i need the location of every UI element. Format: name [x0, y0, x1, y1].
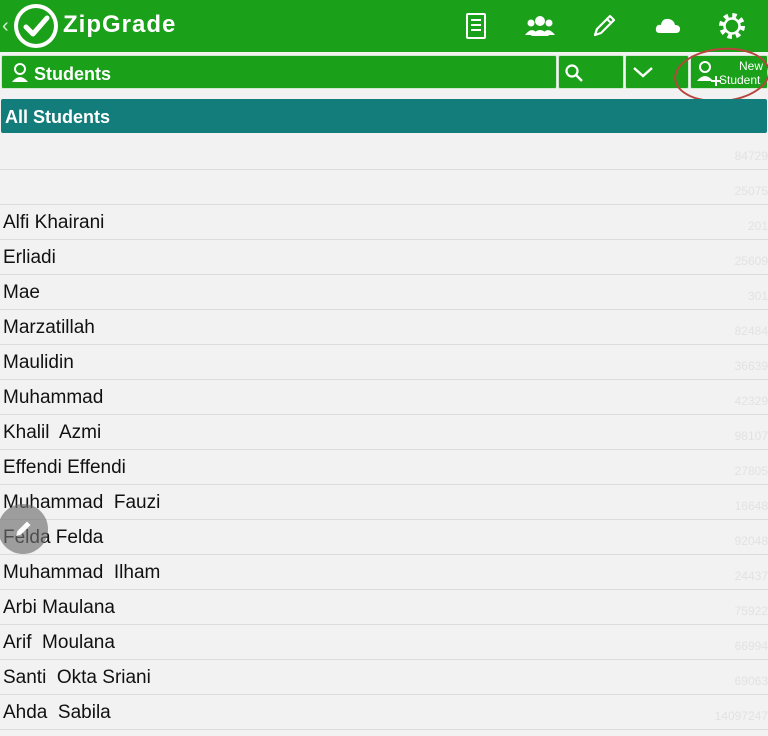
student-row[interactable]: Effendi Effendi 27805 [0, 450, 768, 485]
student-row[interactable]: Felda Felda 92048 [0, 520, 768, 555]
search-icon [565, 64, 583, 82]
student-name: Khalil Azmi [3, 422, 102, 443]
student-row[interactable]: Muhammad Fauzi 16648 [0, 485, 768, 520]
app-header: ‹ ZipGrade [0, 0, 768, 52]
students-toolbar: Students New Student [0, 54, 768, 92]
edit-fab-button[interactable] [0, 504, 48, 554]
student-id: 27805 [734, 464, 768, 478]
student-row[interactable]: Ahda Sabila 14097247 [0, 695, 768, 730]
student-name: Santi Okta Sriani [3, 667, 151, 688]
student-id: 75922 [734, 604, 768, 618]
cloud-icon[interactable] [652, 10, 684, 42]
student-row[interactable]: Marzatillah 82484 [0, 310, 768, 345]
student-row[interactable]: Arif Moulana 66994 [0, 625, 768, 660]
users-group-icon[interactable] [524, 10, 556, 42]
gear-icon[interactable] [716, 10, 748, 42]
student-id: 201 [747, 219, 768, 233]
student-row[interactable]: Muhammad 42329 [0, 380, 768, 415]
pencil-icon[interactable] [588, 10, 620, 42]
student-id: 301 [747, 289, 768, 303]
all-students-header: All Students [1, 99, 767, 133]
logo-inner [18, 8, 54, 44]
student-row[interactable]: Alfi Khairani 201 [0, 205, 768, 240]
student-name: Erliadi [3, 247, 56, 268]
checkmark-icon [23, 15, 50, 37]
student-id: 16648 [734, 499, 768, 513]
student-name: Alfi Khairani [3, 212, 105, 233]
student-row[interactable]: Arbi Maulana 75922 [0, 590, 768, 625]
app-title: ZipGrade [63, 11, 177, 38]
student-name: Ahda Sabila [3, 702, 111, 723]
student-id: 69063 [734, 674, 768, 688]
student-row[interactable]: Khalil Azmi 98107 [0, 415, 768, 450]
student-id: 66994 [734, 639, 768, 653]
student-id: 92048 [734, 534, 768, 548]
student-row[interactable]: 25075 [0, 170, 768, 205]
students-title-bar: Students [1, 55, 557, 89]
student-name: Arbi Maulana [3, 597, 115, 618]
student-row[interactable]: Santi Okta Sriani 69063 [0, 660, 768, 695]
student-name: Marzatillah [3, 317, 95, 338]
student-row[interactable]: 84729 [0, 135, 768, 170]
pencil-icon [16, 521, 31, 536]
student-id: 84729 [734, 149, 768, 163]
student-id: 36639 [734, 359, 768, 373]
student-id: 14097247 [714, 709, 768, 723]
student-id: 25075 [734, 184, 768, 198]
student-name: Mae [3, 282, 40, 303]
chevron-down-icon [633, 67, 653, 78]
student-row[interactable]: Maulidin 36639 [0, 345, 768, 380]
student-row[interactable]: Erliadi 25609 [0, 240, 768, 275]
student-row[interactable]: Mae 301 [0, 275, 768, 310]
page-title: Students [34, 64, 112, 84]
back-chevron-icon[interactable]: ‹ [2, 15, 9, 38]
search-button[interactable] [558, 55, 624, 89]
student-id: 24437 [734, 569, 768, 583]
student-list: 84729 25075 Alfi Khairani 201 Erliadi 25609 Ma… [0, 135, 768, 730]
student-name: Muhammad Ilham [3, 562, 161, 583]
student-name: Maulidin [3, 352, 74, 373]
student-id: 82484 [734, 324, 768, 338]
section-title: All Students [5, 107, 111, 127]
student-id: 42329 [734, 394, 768, 408]
student-person-icon [12, 63, 28, 82]
student-name: Effendi Effendi [3, 457, 126, 478]
student-row[interactable]: Muhammad Ilham 24437 [0, 555, 768, 590]
student-name: Muhammad [3, 387, 104, 408]
student-id: 25609 [734, 254, 768, 268]
student-name: Arif Moulana [3, 632, 115, 653]
clipboard-list-icon[interactable] [460, 10, 492, 42]
student-id: 98107 [734, 429, 768, 443]
